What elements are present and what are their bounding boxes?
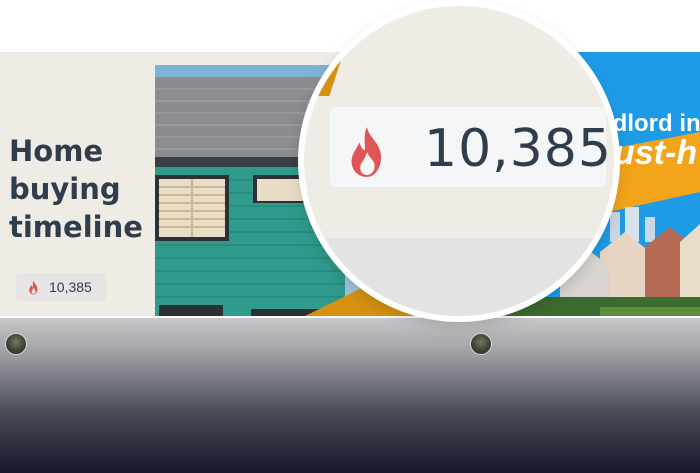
author-avatar[interactable]: [5, 333, 27, 355]
magnified-photo-edge: [304, 6, 359, 96]
magnifier-callout: 10,385: [304, 6, 614, 316]
article-title: Home buying timeline: [9, 134, 143, 244]
fire-icon: [351, 127, 382, 177]
fire-icon: [29, 280, 38, 295]
author-avatar[interactable]: [470, 333, 492, 355]
magnified-like-count-badge: 10,385: [330, 107, 611, 187]
magnified-card-edge: [304, 238, 614, 316]
article-headline-line2: ust-h: [614, 134, 698, 172]
magnified-like-count: 10,385: [424, 119, 612, 179]
page-bottom-gradient: [0, 318, 700, 473]
like-count: 10,385: [49, 279, 92, 295]
like-count-badge[interactable]: 10,385: [16, 273, 106, 301]
